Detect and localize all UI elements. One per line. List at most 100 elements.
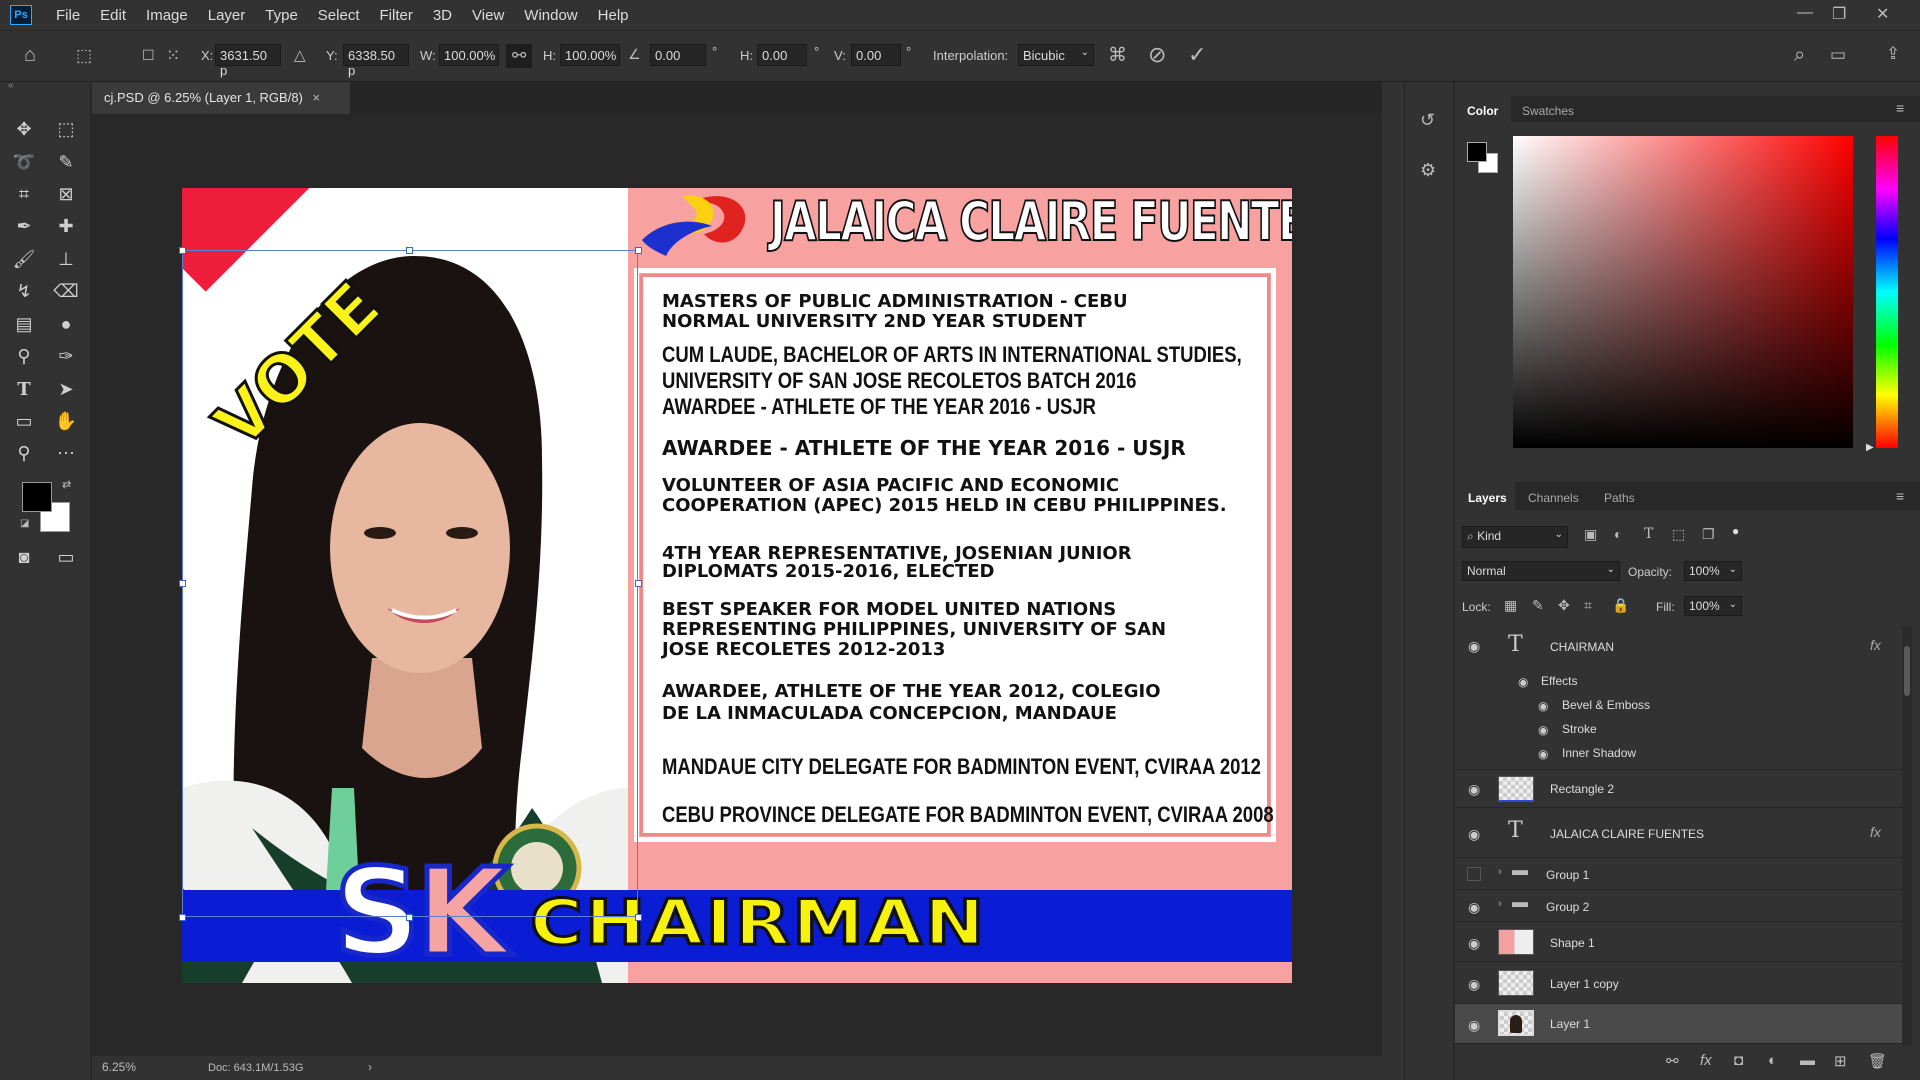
transform-handle[interactable] [635,247,642,254]
layer-effects-fx-icon[interactable]: fx [1870,824,1881,840]
y-field[interactable]: 6338.50 p [343,44,409,78]
lock-position-icon[interactable]: ✥ [1558,597,1570,614]
close-window-icon[interactable]: ✕ [1876,4,1889,24]
transform-bounding-box[interactable] [182,250,638,917]
tab-color[interactable]: Color [1467,104,1498,118]
rectangle-tool-icon[interactable]: ▭ [10,408,38,434]
interpolation-select[interactable]: Bicubic ⌄ [1018,44,1094,66]
menu-help[interactable]: Help [598,7,629,24]
blend-mode-select[interactable]: Normal ⌄ [1462,561,1620,581]
visibility-eye-icon[interactable]: ◉ [1468,976,1480,993]
fill-field[interactable]: 100% ⌄ [1684,596,1742,616]
eyedropper-tool-icon[interactable]: ✒ [10,213,38,239]
visibility-eye-icon[interactable]: ◉ [1468,638,1480,655]
visibility-off-box[interactable] [1467,867,1481,881]
brush-tool-icon[interactable]: 🖌 [10,246,38,272]
layers-scrollbar-thumb[interactable] [1904,646,1910,696]
more-tools-icon[interactable]: ⋯ [52,440,80,466]
transform-handle[interactable] [179,914,186,921]
cancel-transform-icon[interactable]: ⊘ [1148,42,1166,68]
effect-bevel-emboss[interactable]: Bevel & Emboss [1562,698,1650,712]
layer-name[interactable]: Layer 1 [1550,1017,1590,1031]
transform-handle[interactable] [635,580,642,587]
filter-smart-object-icon[interactable]: ❐ [1702,526,1715,543]
menu-view[interactable]: View [472,7,504,24]
x-field[interactable]: 3631.50 p [215,44,281,78]
transform-handle[interactable] [635,914,642,921]
filter-type-icon[interactable]: T [1644,526,1653,542]
dodge-tool-icon[interactable]: ⚲ [10,343,38,369]
workspace-icon[interactable]: ▭ [1830,45,1846,65]
visibility-eye-icon[interactable]: ◉ [1468,1017,1480,1034]
expand-group-chevron-icon[interactable]: › [1498,866,1502,878]
quick-mask-icon[interactable]: ◙ [10,544,38,570]
marquee-tool-icon[interactable]: ⬚ [52,116,80,142]
filter-toggle-icon[interactable]: ● [1732,524,1739,538]
menu-filter[interactable]: Filter [380,7,413,24]
effect-inner-shadow[interactable]: Inner Shadow [1562,746,1636,760]
layer-name[interactable]: CHAIRMAN [1550,640,1614,654]
minimize-icon[interactable]: — [1797,4,1813,22]
restore-icon[interactable]: ❐ [1832,4,1846,24]
link-icon[interactable]: ⚯ [506,44,533,68]
blur-tool-icon[interactable]: ● [52,311,80,337]
menu-file[interactable]: File [56,7,80,24]
collapse-toolbar-icon[interactable]: « [8,80,14,91]
properties-panel-icon[interactable]: ⚙ [1420,160,1436,181]
default-colors-icon[interactable]: ◪ [20,518,29,529]
healing-tool-icon[interactable]: ✚ [52,213,80,239]
zoom-tool-icon[interactable]: ⚲ [10,440,38,466]
visibility-eye-icon[interactable]: ◉ [1468,826,1480,843]
reference-point-grid-icon[interactable]: ⁙ [166,46,180,66]
lasso-tool-icon[interactable]: ➰ [10,149,38,175]
history-panel-icon[interactable]: ↺ [1420,110,1435,131]
gradient-tool-icon[interactable]: ▤ [10,311,38,337]
lock-image-icon[interactable]: ✎ [1532,597,1544,614]
tab-swatches[interactable]: Swatches [1522,104,1574,118]
layer-name[interactable]: Shape 1 [1550,936,1595,950]
crop-tool-icon[interactable]: ⌗ [10,181,38,207]
visibility-eye-icon[interactable]: ◉ [1468,899,1480,916]
move-tool-icon[interactable]: ✥ [10,116,38,142]
effect-visibility-eye-icon[interactable]: ◉ [1538,699,1548,713]
transform-handle[interactable] [406,914,413,921]
transform-handle[interactable] [406,247,413,254]
lock-artboard-icon[interactable]: ⌗ [1584,597,1592,614]
new-layer-icon[interactable]: ⊞ [1834,1052,1847,1070]
color-picker-field[interactable] [1513,136,1853,448]
hue-slider-marker-icon[interactable]: ▶ [1866,442,1874,453]
height-field[interactable]: 100.00% [560,44,620,66]
path-select-tool-icon[interactable]: ➤ [52,376,80,402]
transform-handle[interactable] [179,580,186,587]
menu-window[interactable]: Window [524,7,577,24]
swap-colors-icon[interactable]: ⇄ [62,478,71,491]
menu-type[interactable]: Type [265,7,298,24]
link-layers-icon[interactable]: ⚯ [1666,1052,1679,1070]
tab-layers[interactable]: Layers [1468,491,1507,505]
pen-tool-icon[interactable]: ✑ [52,343,80,369]
canvas-scrollbar[interactable] [1382,82,1404,1080]
new-group-icon[interactable]: ▬ [1800,1052,1815,1069]
menu-select[interactable]: Select [318,7,360,24]
history-brush-tool-icon[interactable]: ↯ [10,278,38,304]
close-tab-icon[interactable]: × [313,90,321,105]
menu-layer[interactable]: Layer [208,7,246,24]
tab-paths[interactable]: Paths [1604,491,1635,505]
angle-field[interactable]: 0.00 [650,44,706,66]
home-icon[interactable]: ⌂ [24,44,36,67]
hue-slider[interactable] [1876,136,1898,448]
filter-pixel-icon[interactable]: ▣ [1584,526,1597,543]
tab-channels[interactable]: Channels [1528,491,1579,505]
layers-panel-menu-icon[interactable]: ≡ [1896,488,1904,504]
type-tool-icon[interactable]: T [10,376,38,402]
v-skew-field[interactable]: 0.00 [851,44,901,66]
menu-edit[interactable]: Edit [100,7,126,24]
relative-position-icon[interactable]: △ [294,46,306,64]
commit-transform-icon[interactable]: ✓ [1188,42,1206,68]
eraser-tool-icon[interactable]: ⌫ [52,278,80,304]
layer-name[interactable]: Group 1 [1546,868,1589,882]
frame-tool-icon[interactable]: ⊠ [52,181,80,207]
h-skew-field[interactable]: 0.00 [757,44,807,66]
warp-mode-icon[interactable]: ⌘ [1108,44,1127,67]
filter-adjustment-icon[interactable]: ◐ [1614,526,1622,542]
